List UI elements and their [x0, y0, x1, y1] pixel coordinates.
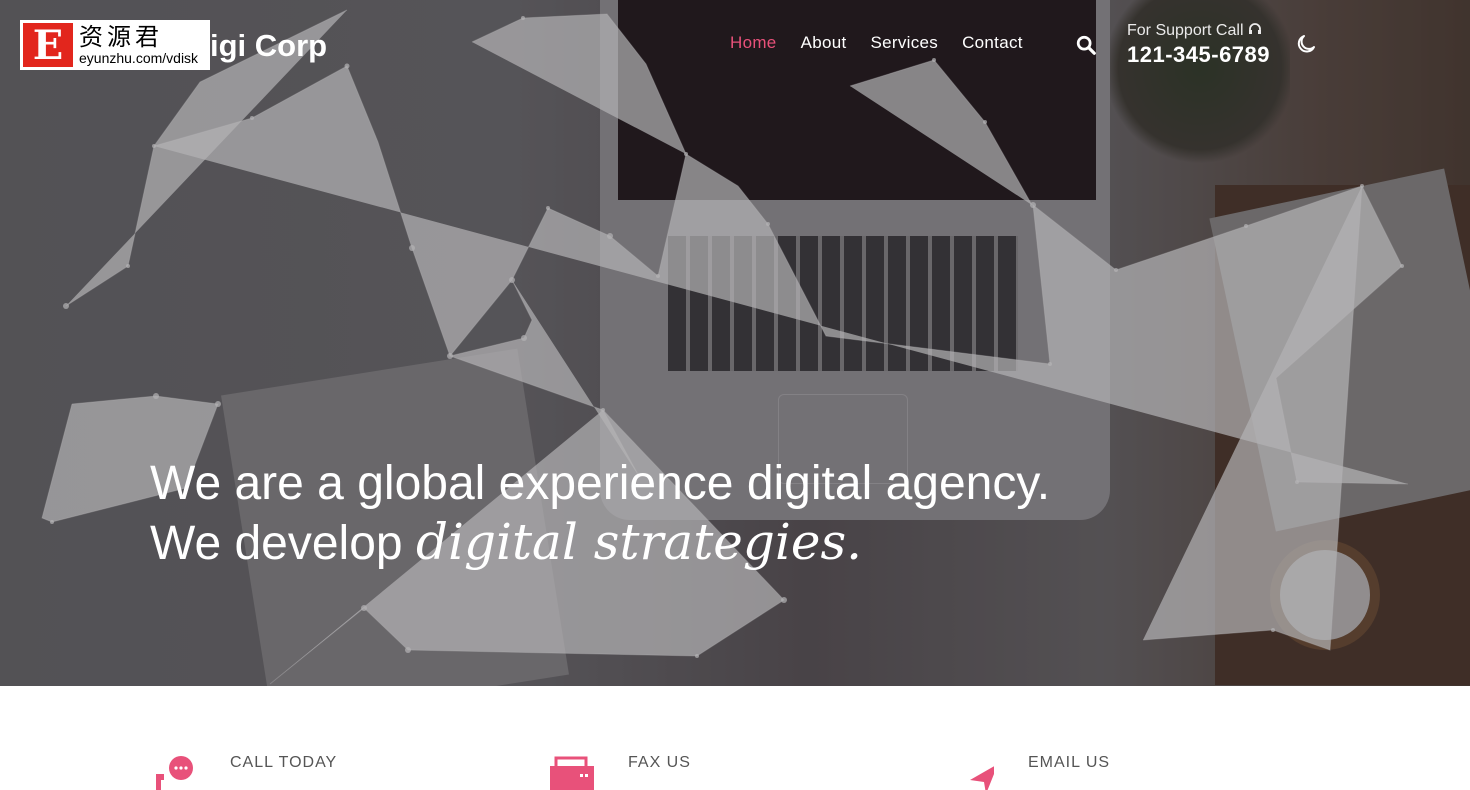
hero-line-1: We are a global experience digital agenc… [150, 457, 1051, 510]
nav-services[interactable]: Services [871, 33, 939, 53]
logo-chinese-text: 资源君 [79, 23, 163, 51]
brand-name[interactable]: igi Corp [210, 28, 327, 64]
main-nav: Home About Services Contact [730, 33, 1023, 53]
hero-section: E 资源君 eyunzhu.com/vdisk igi Corp Home Ab… [0, 0, 1470, 686]
contact-label: CALL TODAY [230, 754, 338, 771]
chat-phone-icon [156, 756, 193, 790]
contact-fax-us: FAX US [550, 750, 691, 790]
hero-headline: We are a global experience digital agenc… [150, 455, 1050, 573]
nav-about[interactable]: About [801, 33, 847, 53]
nav-home[interactable]: Home [730, 33, 777, 53]
hero-line-2-emphasis: digital strategies. [415, 513, 863, 571]
paper-plane-icon [970, 766, 994, 790]
contact-label: EMAIL US [1028, 754, 1111, 771]
support-call: For Support Call 121-345-6789 [1127, 22, 1270, 68]
logo-url: eyunzhu.com/vdisk [79, 50, 199, 66]
headset-icon [1248, 23, 1261, 34]
moon-icon[interactable] [1294, 32, 1318, 56]
contact-email-us: EMAIL US [950, 750, 1110, 790]
logo-letter: E [23, 22, 73, 69]
search-icon[interactable] [1075, 34, 1097, 56]
fax-icon [550, 756, 594, 790]
support-phone[interactable]: 121-345-6789 [1127, 42, 1270, 68]
hero-dim-overlay [0, 0, 1470, 686]
contact-label: FAX US [628, 754, 691, 771]
watermark-logo: E 资源君 eyunzhu.com/vdisk [20, 20, 210, 70]
hero-line-2-prefix: We develop [150, 517, 416, 570]
nav-contact[interactable]: Contact [962, 33, 1023, 53]
contact-call-today: CALL TODAY [152, 750, 337, 790]
support-label: For Support Call [1127, 22, 1244, 39]
